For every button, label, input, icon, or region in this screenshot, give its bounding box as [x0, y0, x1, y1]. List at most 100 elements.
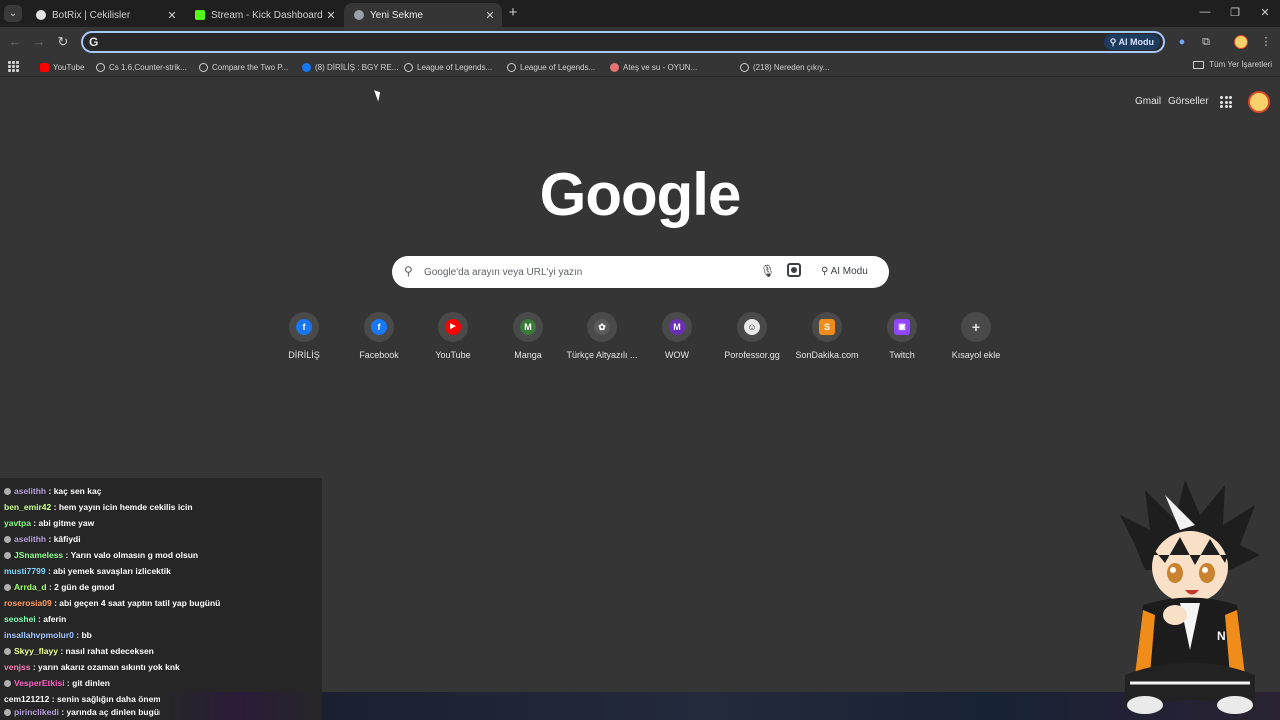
bookmark-label: YouTube: [53, 62, 85, 72]
shortcut-youtube[interactable]: ▶ YouTube: [416, 312, 490, 360]
chat-message: VesperEtkisi : git dinlen: [4, 676, 110, 690]
reload-button[interactable]: ↻: [55, 34, 71, 50]
shortcut-tile: S: [812, 312, 842, 342]
ai-mode-button[interactable]: ⚲ AI Modu: [815, 262, 874, 282]
microphone-icon[interactable]: 🎙︎: [760, 264, 775, 278]
bookmark-compare[interactable]: Compare the Two P...: [199, 60, 288, 74]
chat-text: aferin: [43, 614, 67, 624]
restore-button[interactable]: ❐: [1225, 6, 1245, 19]
shortcut-tile: M: [662, 312, 692, 342]
chat-username: ben_emir42: [4, 502, 52, 512]
minimize-icon: —: [1199, 6, 1211, 18]
images-link[interactable]: Görseller: [1168, 96, 1209, 107]
back-button[interactable]: ←: [7, 34, 23, 50]
shortcut-label: YouTube: [435, 350, 471, 360]
chat-username: Skyy_flayy: [14, 646, 58, 656]
tab-kick-dashboard[interactable]: Stream - Kick Dashboard ✕: [185, 3, 343, 27]
shortcut-label: SonDakika.com: [795, 350, 859, 360]
bookmark-lol-2[interactable]: League of Legends...: [507, 60, 595, 74]
chat-username: aselithh: [14, 486, 47, 496]
chat-message: insallahvpmolur0 : bb: [4, 630, 92, 640]
chat-message: Skyy_flayy : nasıl rahat edeceksen: [4, 644, 154, 658]
profile-avatar[interactable]: [1234, 35, 1248, 49]
shortcut-manga[interactable]: M Manga: [491, 312, 565, 360]
shortcut-sondakika[interactable]: S SonDakika.com: [790, 312, 864, 360]
chat-message: cem121212 : senin sağlığın daha önemli: [4, 694, 166, 704]
extension-blue-icon[interactable]: ●: [1175, 35, 1189, 49]
bookmark-cs16[interactable]: Cs 1.6,Counter-strik...: [96, 60, 187, 74]
sondakika-icon: S: [819, 319, 835, 335]
all-bookmarks-button[interactable]: Tüm Yer İşaretleri: [1193, 60, 1272, 69]
ai-mode-label: AI Modu: [1118, 37, 1155, 47]
bookmark-label: Compare the Two P...: [212, 62, 289, 72]
bookmark-youtube[interactable]: YouTube: [40, 60, 84, 74]
close-window-button[interactable]: ✕: [1255, 6, 1275, 19]
forward-button[interactable]: →: [31, 34, 47, 50]
chat-message: JSnameless : Yarın valo olmasın g mod ol…: [4, 548, 198, 562]
chat-username: yavtpa: [4, 518, 31, 528]
tab-title: BotRix | Cekilisler: [52, 9, 131, 21]
google-apps-icon[interactable]: [1220, 96, 1232, 108]
plus-icon: +: [508, 4, 518, 21]
close-icon[interactable]: ✕: [482, 9, 498, 22]
shortcut-twitch[interactable]: ▣ Twitch: [865, 312, 939, 360]
shortcut-turkce-altyazili[interactable]: ✿ Türkçe Altyazılı ...: [565, 312, 639, 360]
shortcut-label: Porofessor.gg: [724, 350, 780, 360]
bookmark-nereden[interactable]: (218) Nereden çıkıy...: [740, 60, 829, 74]
shortcut-add[interactable]: + Kısayol ekle: [939, 312, 1013, 360]
omnibox-ai-mode-button[interactable]: ⚲ AI Modu: [1103, 34, 1160, 50]
stream-chat-overlay: aselithh : kaç sen kaç ben_emir42 : hem …: [0, 478, 322, 720]
address-input[interactable]: [107, 34, 1097, 50]
new-tab-button[interactable]: +: [505, 5, 521, 21]
chat-text: yarında aç dinlen bugün: [66, 707, 165, 717]
chat-text: abi yemek savaşları izlicektik: [53, 566, 171, 576]
chat-username: pirinclikedi: [14, 707, 59, 717]
globe-icon: [740, 62, 749, 72]
chat-message: musti7799 : abi yemek savaşları izlicekt…: [4, 566, 171, 576]
menu-dots-icon[interactable]: ⋮: [1259, 35, 1273, 49]
chrome-icon: [354, 10, 364, 20]
porofessor-icon: ☺: [744, 319, 760, 335]
chat-message: venjss : yarın akarız ozaman sıkıntı yok…: [4, 662, 180, 672]
ntp-search-input[interactable]: [424, 263, 754, 281]
chat-text: kaç sen kaç: [53, 486, 102, 496]
shortcut-tile: ▶: [438, 312, 468, 342]
bookmark-ates-ve-su[interactable]: Ateş ve su - OYUN...: [610, 60, 697, 74]
bookmark-lol-1[interactable]: League of Legends...: [404, 60, 492, 74]
tab-search-button[interactable]: ⌄: [4, 5, 22, 22]
chat-username: VesperEtkisi: [14, 678, 65, 688]
tab-new-tab[interactable]: Yeni Sekme ✕: [344, 3, 502, 27]
chat-text: bb: [81, 630, 92, 640]
globe-icon: [507, 62, 516, 72]
shortcut-dirilis[interactable]: f DİRİLİŞ: [267, 312, 341, 360]
close-icon[interactable]: ✕: [323, 9, 339, 22]
google-lens-icon[interactable]: [787, 263, 801, 277]
shortcut-facebook[interactable]: f Facebook: [342, 312, 416, 360]
tab-botrix[interactable]: BotRix | Cekilisler ✕: [26, 3, 184, 27]
chat-message: roserosia09 : abi geçen 4 saat yaptın ta…: [4, 598, 221, 608]
bookmark-label: League of Legends...: [520, 62, 596, 72]
ai-search-icon: ⚲: [1109, 37, 1119, 47]
shortcut-label: Facebook: [359, 350, 399, 360]
close-icon[interactable]: ✕: [164, 9, 180, 22]
chat-text: yarın akarız ozaman sıkıntı yok knk: [38, 662, 180, 672]
chat-username: cem121212: [4, 694, 50, 704]
globe-icon: [199, 62, 208, 72]
shortcut-wow[interactable]: M WOW: [640, 312, 714, 360]
badge-icon: [4, 536, 11, 543]
extensions-puzzle-icon[interactable]: ⧉: [1199, 35, 1213, 49]
shortcut-label: Kısayol ekle: [951, 350, 1001, 360]
badge-icon: [4, 648, 11, 655]
bookmark-dirilis[interactable]: (8) DİRİLİŞ : BGY RE...: [302, 60, 398, 74]
apps-grid-icon[interactable]: [8, 61, 19, 72]
omnibox[interactable]: G ⚲ AI Modu: [81, 31, 1165, 53]
gmail-link[interactable]: Gmail: [1135, 96, 1161, 107]
shortcut-porofessor[interactable]: ☺ Porofessor.gg: [715, 312, 789, 360]
search-icon: ⚲: [404, 264, 413, 278]
tab-strip: ⌄ BotRix | Cekilisler ✕ Stream - Kick Da…: [0, 0, 1280, 27]
account-avatar[interactable]: [1248, 91, 1270, 113]
minimize-button[interactable]: —: [1195, 6, 1215, 18]
globe-icon: [404, 62, 413, 72]
shortcut-label: Twitch: [889, 350, 915, 360]
ntp-search-box[interactable]: ⚲ 🎙︎ ⚲ AI Modu: [392, 256, 889, 288]
